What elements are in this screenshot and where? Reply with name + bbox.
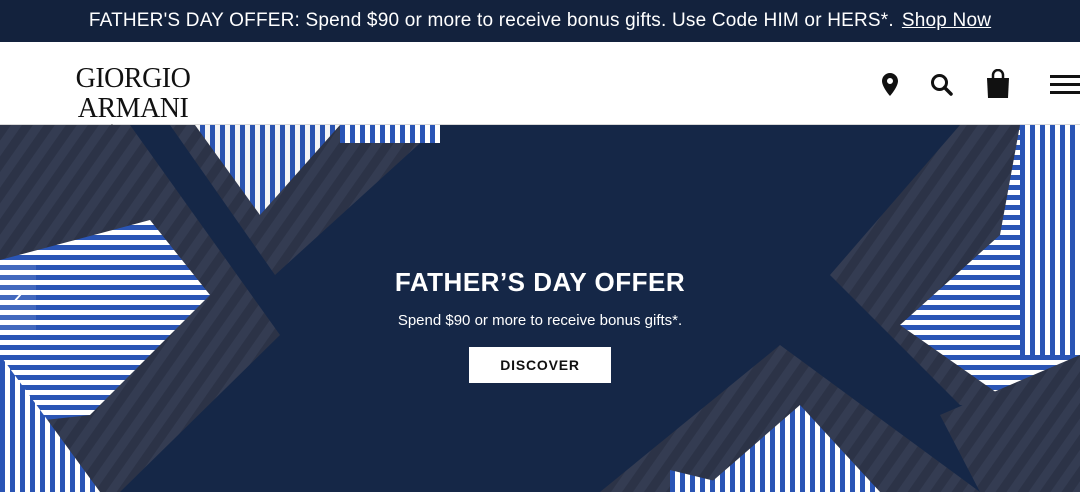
shop-now-link[interactable]: Shop Now — [902, 10, 991, 31]
location-pin-icon[interactable] — [880, 72, 900, 98]
site-header: GIORGIO ARMANI beauty — [0, 42, 1080, 137]
shopping-bag-icon[interactable] — [985, 69, 1011, 99]
brand-name: GIORGIO ARMANI — [75, 63, 191, 124]
hero-banner[interactable]: ‹ FATHER’S DAY OFFER Spend $90 or more t… — [0, 125, 1080, 492]
menu-icon[interactable] — [1050, 72, 1080, 98]
hero-content: FATHER’S DAY OFFER Spend $90 or more to … — [0, 267, 1080, 383]
promo-banner: FATHER'S DAY OFFER: Spend $90 or more to… — [0, 0, 1080, 42]
discover-button[interactable]: DISCOVER — [469, 347, 611, 383]
header-icons — [780, 42, 1080, 124]
hero-title: FATHER’S DAY OFFER — [394, 267, 686, 297]
hero-subtitle: Spend $90 or more to receive bonus gifts… — [397, 312, 683, 329]
search-icon[interactable] — [930, 72, 954, 98]
promo-text: FATHER'S DAY OFFER: Spend $90 or more to… — [88, 10, 992, 31]
